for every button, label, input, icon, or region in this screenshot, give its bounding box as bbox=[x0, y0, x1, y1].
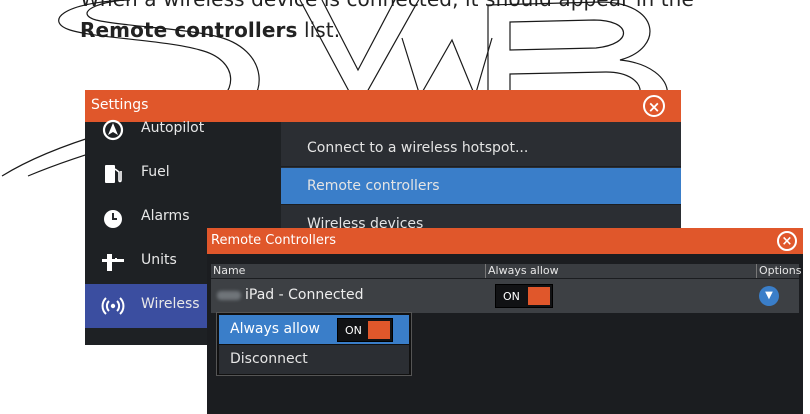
sidebar-item-fuel[interactable]: Fuel bbox=[85, 152, 281, 196]
table-header: Name Always allow Options bbox=[211, 264, 802, 278]
toggle-knob bbox=[528, 287, 550, 305]
column-divider bbox=[485, 264, 486, 278]
column-divider bbox=[756, 264, 757, 278]
menu-item-label: Remote controllers bbox=[307, 178, 440, 194]
device-options-popup: Always allow ON Disconnect bbox=[216, 312, 412, 376]
sidebar-item-label: Autopilot bbox=[141, 120, 205, 136]
remote-controllers-title-bar: Remote Controllers × bbox=[207, 228, 803, 254]
popup-item-label: Always allow bbox=[230, 321, 320, 337]
device-name: iPad - Connected bbox=[245, 287, 364, 303]
column-header-name: Name bbox=[213, 264, 246, 277]
document-text-line-2: Remote controllers list. bbox=[80, 18, 340, 42]
toggle-knob bbox=[368, 321, 390, 339]
popup-item-label: Disconnect bbox=[230, 351, 308, 367]
popup-always-allow-toggle[interactable]: ON bbox=[337, 318, 393, 342]
settings-close-icon[interactable]: × bbox=[643, 95, 665, 117]
document-text-line-1: When a wireless device is connected, it … bbox=[80, 0, 694, 11]
fuel-pump-icon bbox=[105, 165, 122, 183]
column-header-options: Options bbox=[759, 264, 802, 277]
options-chevron-down-icon[interactable]: ▼ bbox=[759, 286, 779, 306]
popup-item-disconnect[interactable]: Disconnect bbox=[219, 345, 409, 374]
blurred-device-owner bbox=[217, 291, 241, 300]
alarm-icon bbox=[104, 210, 122, 228]
sidebar-item-autopilot[interactable]: Autopilot bbox=[85, 108, 281, 152]
table-row[interactable]: iPad - Connected ON ▼ bbox=[211, 279, 799, 313]
sidebar-item-label: Fuel bbox=[141, 164, 170, 180]
sidebar-item-label: Alarms bbox=[141, 208, 190, 224]
popup-item-always-allow[interactable]: Always allow ON bbox=[219, 315, 409, 344]
menu-item-connect-hotspot[interactable]: Connect to a wireless hotspot... bbox=[281, 130, 681, 167]
wireless-icon bbox=[101, 297, 125, 315]
column-header-always-allow: Always allow bbox=[488, 264, 559, 277]
document-text-rest: list. bbox=[297, 18, 341, 42]
remote-controllers-close-icon[interactable]: × bbox=[777, 231, 797, 251]
remote-controllers-dialog: Remote Controllers × Name Always allow O… bbox=[207, 228, 803, 414]
autopilot-icon bbox=[102, 119, 124, 141]
sidebar-item-label: Units bbox=[141, 252, 177, 268]
toggle-state-label: ON bbox=[345, 324, 362, 337]
sidebar-item-label: Wireless bbox=[141, 296, 200, 312]
remote-controllers-title: Remote Controllers bbox=[211, 233, 337, 248]
always-allow-toggle[interactable]: ON bbox=[495, 284, 553, 308]
units-icon bbox=[102, 254, 124, 271]
remote-controllers-bold-text: Remote controllers bbox=[80, 18, 298, 42]
menu-item-remote-controllers[interactable]: Remote controllers bbox=[281, 168, 681, 205]
menu-item-label: Connect to a wireless hotspot... bbox=[307, 140, 529, 156]
toggle-state-label: ON bbox=[503, 290, 520, 303]
